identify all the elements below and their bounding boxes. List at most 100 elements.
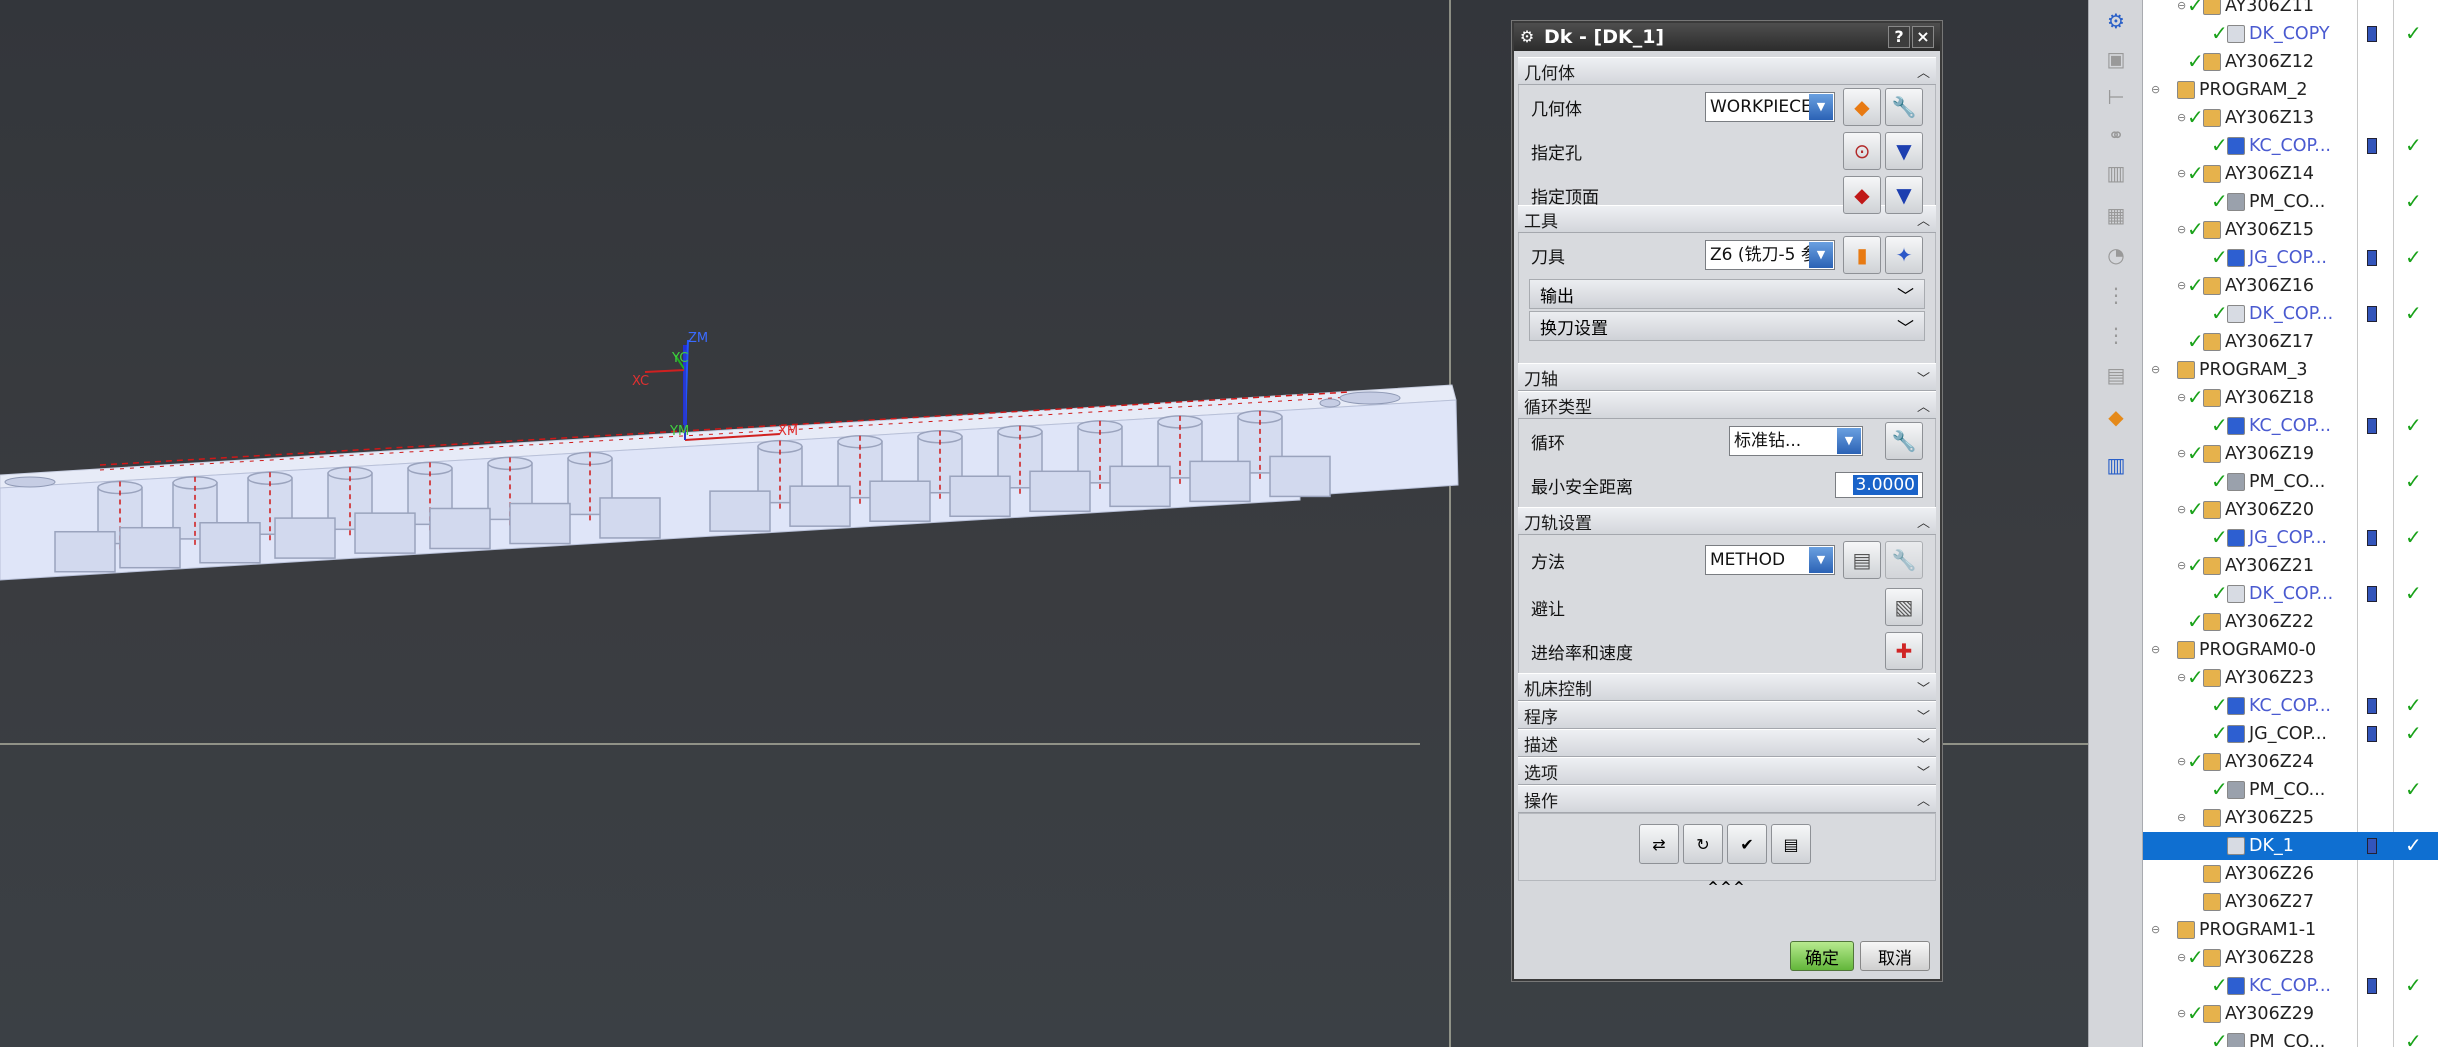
new-method-button[interactable]: ▤	[1843, 541, 1881, 579]
tree-row[interactable]: ✓ KC_COP... ✓	[2143, 972, 2438, 1000]
edit-method-wrench-icon[interactable]: 🔧	[1885, 541, 1923, 579]
new-geometry-button[interactable]: ◆	[1843, 88, 1881, 126]
tree-row[interactable]: ⊖ PROGRAM_2	[2143, 76, 2438, 104]
expand-toggle-icon[interactable]: ⊖	[2177, 0, 2186, 20]
avoid-button[interactable]: ▧	[1885, 588, 1923, 626]
tree-row[interactable]: ⊖ ✓ AY306Z11	[2143, 0, 2438, 20]
feeds-speeds-button[interactable]: ✚	[1885, 632, 1923, 670]
tree-row[interactable]: ✓ JG_COP... ✓	[2143, 524, 2438, 552]
tree-row[interactable]: ✓ PM_CO... ✓	[2143, 1028, 2438, 1047]
expand-toggle-icon[interactable]: ⊖	[2177, 748, 2186, 776]
tree-row[interactable]: ⊖ PROGRAM0-0	[2143, 636, 2438, 664]
tree-row[interactable]: ✓ KC_COP... ✓	[2143, 692, 2438, 720]
new-tool-button[interactable]: ▮	[1843, 236, 1881, 274]
tree-row[interactable]: ✓ DK_COPY ✓	[2143, 20, 2438, 48]
expand-toggle-icon[interactable]: ⊖	[2177, 804, 2186, 832]
section-cycle-type-header[interactable]: 循环类型 ︿	[1518, 391, 1936, 419]
cycle-select[interactable]: 标准钻... ▼	[1729, 426, 1863, 456]
part-icon[interactable]: ▥	[2099, 158, 2133, 188]
tree-row[interactable]: ✓ DK_COP... ✓	[2143, 580, 2438, 608]
specify-top-button[interactable]: ◆	[1843, 176, 1881, 214]
tree-row[interactable]: ✓ JG_COP... ✓	[2143, 720, 2438, 748]
section-machine-control-header[interactable]: 机床控制 ﹀	[1518, 673, 1936, 701]
tree-row[interactable]: ⊖ ✓ AY306Z20	[2143, 496, 2438, 524]
tree-row[interactable]: ⊖ ✓ AY306Z29	[2143, 1000, 2438, 1028]
tree-row[interactable]: DK_1 ✓	[2143, 832, 2438, 860]
section-options-header[interactable]: 选项 ﹀	[1518, 757, 1936, 785]
tree-row[interactable]: ✓ KC_COP... ✓	[2143, 132, 2438, 160]
expand-toggle-icon[interactable]: ⊖	[2151, 356, 2160, 384]
tree-row[interactable]: ✓ AY306Z22	[2143, 608, 2438, 636]
replay-icon[interactable]: ↻	[1683, 824, 1723, 864]
tree-row[interactable]: ✓ KC_COP... ✓	[2143, 412, 2438, 440]
section-path-settings-header[interactable]: 刀轨设置 ︿	[1518, 507, 1936, 535]
tree-row[interactable]: ⊖ ✓ AY306Z21	[2143, 552, 2438, 580]
link-icon[interactable]: ⚭	[2099, 120, 2133, 150]
more-options-toggle[interactable]: ^^^	[1514, 881, 1940, 897]
tree-icon[interactable]: ⋮	[2099, 280, 2133, 310]
help-button[interactable]: ?	[1888, 26, 1910, 48]
dropdown-arrow-icon[interactable]: ▼	[1809, 547, 1833, 573]
tool-display-icon[interactable]: ✦	[1885, 236, 1923, 274]
section-program-header[interactable]: 程序 ﹀	[1518, 701, 1936, 729]
operation-navigator-icon[interactable]: ⚙	[2099, 6, 2133, 36]
tree-row[interactable]: ✓ AY306Z12	[2143, 48, 2438, 76]
tree-row[interactable]: ⊖ AY306Z25	[2143, 804, 2438, 832]
geometry-select[interactable]: WORKPIECE ▼	[1705, 92, 1835, 122]
dropdown-arrow-icon[interactable]: ▼	[1809, 94, 1833, 120]
tree-row[interactable]: ⊖ ✓ AY306Z19	[2143, 440, 2438, 468]
tree-row[interactable]: ⊖ ✓ AY306Z14	[2143, 160, 2438, 188]
generate-icon[interactable]: ⇄	[1639, 824, 1679, 864]
tree-row[interactable]: ✓ PM_CO... ✓	[2143, 776, 2438, 804]
expand-toggle-icon[interactable]: ⊖	[2151, 916, 2160, 944]
expand-toggle-icon[interactable]: ⊖	[2151, 76, 2160, 104]
expand-toggle-icon[interactable]: ⊖	[2177, 216, 2186, 244]
tree-row[interactable]: ⊖ ✓ AY306Z23	[2143, 664, 2438, 692]
expand-toggle-icon[interactable]: ⊖	[2177, 1000, 2186, 1028]
expand-toggle-icon[interactable]: ⊖	[2177, 552, 2186, 580]
expand-toggle-icon[interactable]: ⊖	[2177, 496, 2186, 524]
tree-row[interactable]: ⊖ ✓ AY306Z15	[2143, 216, 2438, 244]
tree-row[interactable]: ✓ AY306Z17	[2143, 328, 2438, 356]
machine-icon[interactable]: ▤	[2099, 360, 2133, 390]
tree-row[interactable]: ⊖ ✓ AY306Z24	[2143, 748, 2438, 776]
expand-toggle-icon[interactable]: ⊖	[2151, 636, 2160, 664]
show-top-flashlight-icon[interactable]: ▼	[1885, 176, 1923, 214]
min-clearance-input[interactable]: 3.0000	[1835, 472, 1923, 498]
expand-toggle-icon[interactable]: ⊖	[2177, 440, 2186, 468]
dropdown-arrow-icon[interactable]: ▼	[1837, 428, 1861, 454]
ok-button[interactable]: 确定	[1790, 941, 1854, 971]
tree-row[interactable]: ✓ PM_CO... ✓	[2143, 468, 2438, 496]
tree-row[interactable]: AY306Z26	[2143, 860, 2438, 888]
tree-row[interactable]: ⊖ ✓ AY306Z28	[2143, 944, 2438, 972]
edit-cycle-wrench-icon[interactable]: 🔧	[1885, 422, 1923, 460]
cancel-button[interactable]: 取消	[1860, 941, 1930, 971]
specify-hole-button[interactable]: ⊙	[1843, 132, 1881, 170]
dropdown-arrow-icon[interactable]: ▼	[1809, 242, 1833, 268]
role-icon[interactable]: ⋮	[2099, 320, 2133, 350]
tree-row[interactable]: ⊖ ✓ AY306Z18	[2143, 384, 2438, 412]
expand-toggle-icon[interactable]: ⊖	[2177, 160, 2186, 188]
section-geometry-header[interactable]: 几何体 ︿	[1518, 57, 1936, 85]
tree-row[interactable]: ⊖ PROGRAM_3	[2143, 356, 2438, 384]
tree-row[interactable]: AY306Z27	[2143, 888, 2438, 916]
verify-icon[interactable]: ✔	[1727, 824, 1767, 864]
tree-row[interactable]: ⊖ ✓ AY306Z13	[2143, 104, 2438, 132]
expand-toggle-icon[interactable]: ⊖	[2177, 272, 2186, 300]
output-subsection-header[interactable]: 输出 ﹀	[1529, 279, 1925, 309]
section-description-header[interactable]: 描述 ﹀	[1518, 729, 1936, 757]
dialog-title-bar[interactable]: ⚙ Dk - [DK_1] ? ×	[1514, 23, 1940, 51]
edit-geometry-wrench-icon[interactable]: 🔧	[1885, 88, 1923, 126]
tree-row[interactable]: ✓ DK_COP... ✓	[2143, 300, 2438, 328]
settings-gear-icon[interactable]: ⚙	[1518, 28, 1536, 46]
system-icon[interactable]: ▥	[2099, 450, 2133, 480]
close-button[interactable]: ×	[1912, 26, 1934, 48]
section-actions-header[interactable]: 操作 ︿	[1518, 785, 1936, 813]
list-icon[interactable]: ▤	[1771, 824, 1811, 864]
method-select[interactable]: METHOD ▼	[1705, 545, 1835, 575]
tree-row[interactable]: ✓ PM_CO... ✓	[2143, 188, 2438, 216]
history-icon[interactable]: ◔	[2099, 240, 2133, 270]
tree-row[interactable]: ✓ JG_COP... ✓	[2143, 244, 2438, 272]
expand-toggle-icon[interactable]: ⊖	[2177, 104, 2186, 132]
tool-change-subsection-header[interactable]: 换刀设置 ﹀	[1529, 311, 1925, 341]
